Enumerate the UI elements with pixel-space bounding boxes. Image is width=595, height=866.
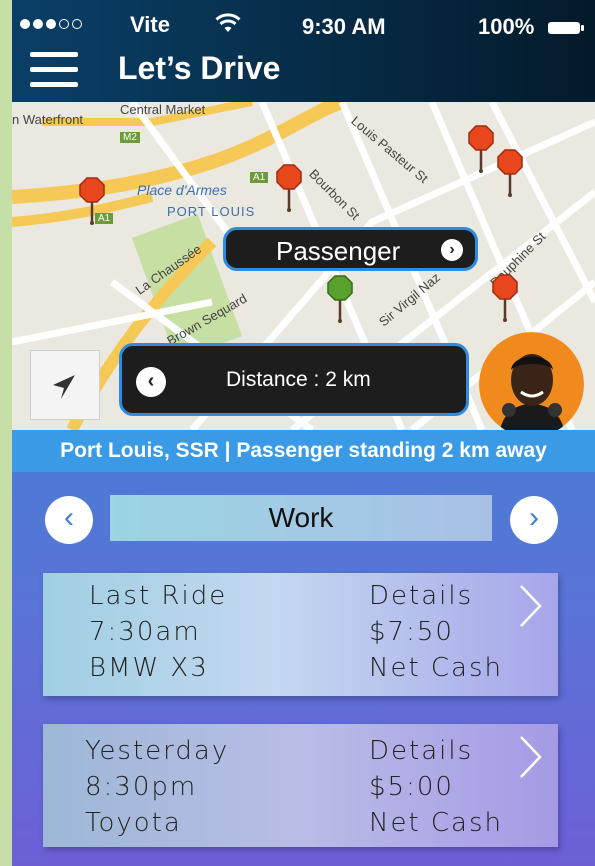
- ride-day: Last Ride: [89, 581, 228, 611]
- driver-pin-icon[interactable]: [276, 164, 302, 212]
- page-title: Let’s Drive: [118, 50, 281, 86]
- navigation-arrow-icon: [53, 375, 75, 399]
- ride-time: 8:30pm: [85, 772, 198, 802]
- map-label-waterfront: n Waterfront: [12, 112, 84, 127]
- ride-day: Yesterday: [85, 736, 230, 766]
- chevron-right-icon[interactable]: [518, 734, 544, 780]
- passenger-label: Passenger: [276, 236, 401, 266]
- menu-button[interactable]: [30, 52, 78, 88]
- signal-strength-icon: [20, 19, 82, 29]
- carrier-name: Vite: [130, 12, 170, 37]
- map-view[interactable]: n Waterfront Central Market M2 A1 A1 Pla…: [12, 102, 595, 430]
- driver-pin-icon[interactable]: [497, 149, 523, 197]
- location-banner: Port Louis, SSR | Passenger standing 2 k…: [12, 430, 595, 472]
- distance-info[interactable]: ‹ Distance : 2 km: [119, 343, 469, 416]
- ride-vehicle: Toyota: [85, 808, 182, 838]
- passenger-photo: [479, 332, 584, 430]
- driver-pin-icon[interactable]: [79, 177, 105, 225]
- chevron-right-icon[interactable]: ›: [441, 239, 463, 261]
- wifi-icon: [215, 13, 241, 32]
- ride-details-label: Details: [369, 581, 474, 611]
- road-badge-a1: A1: [250, 172, 269, 183]
- passenger-pin-icon[interactable]: [327, 275, 353, 323]
- ride-payment: Net Cash: [369, 808, 504, 838]
- chevron-right-icon: ›: [529, 501, 539, 534]
- map-label-port-louis: PORT LOUIS: [167, 204, 256, 219]
- distance-label: Distance : 2 km: [226, 368, 371, 391]
- passenger-callout[interactable]: Passenger ›: [223, 227, 478, 271]
- next-category-button[interactable]: ›: [510, 496, 558, 544]
- status-bar: Vite 9:30 AM 100%: [12, 10, 595, 40]
- map-label-place-darmes: Place d'Armes: [137, 182, 227, 198]
- battery-percent: 100%: [478, 14, 535, 39]
- passenger-avatar[interactable]: [479, 332, 584, 430]
- ride-payment: Net Cash: [369, 653, 504, 683]
- driver-pin-icon[interactable]: [492, 274, 518, 322]
- ride-time: 7:30am: [89, 617, 201, 647]
- ride-card[interactable]: Last Ride 7:30am BMW X3 Details $7:50 Ne…: [43, 573, 558, 696]
- ride-vehicle: BMW X3: [89, 653, 209, 683]
- ride-fare: $7:50: [369, 617, 454, 647]
- chevron-right-icon[interactable]: [518, 583, 544, 629]
- map-label-central-market: Central Market: [120, 102, 206, 117]
- driver-pin-icon[interactable]: [468, 125, 494, 173]
- prev-category-button[interactable]: ‹: [45, 496, 93, 544]
- battery-icon: [548, 22, 584, 34]
- ride-fare: $5:00: [369, 772, 454, 802]
- status-time: 9:30 AM: [302, 14, 386, 39]
- ride-details-label: Details: [369, 736, 474, 766]
- ride-card[interactable]: Yesterday 8:30pm Toyota Details $5:00 Ne…: [43, 724, 558, 847]
- app-header: Vite 9:30 AM 100% Let’s Drive: [12, 0, 595, 102]
- chevron-left-icon: ‹: [64, 501, 74, 534]
- category-selector[interactable]: Work: [110, 495, 492, 541]
- app-screen: Vite 9:30 AM 100% Let’s Drive n Waterfro…: [12, 0, 595, 866]
- road-badge-m2: M2: [120, 132, 140, 143]
- locate-me-button[interactable]: [30, 350, 100, 420]
- chevron-left-icon[interactable]: ‹: [136, 367, 166, 397]
